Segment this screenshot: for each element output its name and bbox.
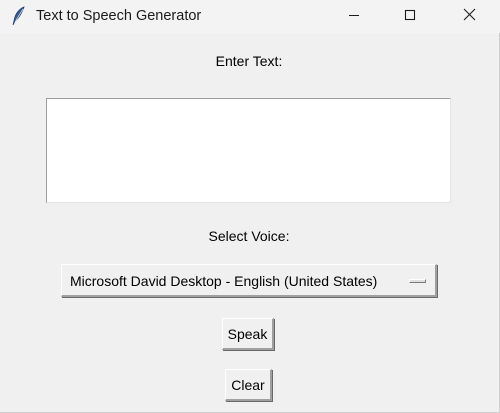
- minimize-icon: [348, 8, 360, 26]
- minimize-button[interactable]: [331, 0, 377, 33]
- speak-button[interactable]: Speak: [222, 318, 274, 350]
- voice-select-value: Microsoft David Desktop - English (Unite…: [70, 273, 378, 289]
- clear-button[interactable]: Clear: [225, 369, 272, 401]
- close-icon: [463, 8, 476, 26]
- select-voice-label: Select Voice:: [208, 228, 290, 244]
- app-window: Text to Speech Generator Enter Text: Sel…: [0, 0, 500, 413]
- maximize-icon: [404, 8, 416, 26]
- maximize-button[interactable]: [387, 0, 433, 33]
- close-button[interactable]: [446, 0, 492, 33]
- option-menu-indicator-icon: [409, 279, 426, 283]
- enter-text-label: Enter Text:: [215, 53, 283, 69]
- voice-select[interactable]: Microsoft David Desktop - English (Unite…: [61, 264, 437, 297]
- window-title: Text to Speech Generator: [36, 8, 202, 24]
- feather-icon: [10, 6, 28, 26]
- title-bar[interactable]: Text to Speech Generator: [0, 0, 500, 33]
- text-input[interactable]: [46, 98, 451, 203]
